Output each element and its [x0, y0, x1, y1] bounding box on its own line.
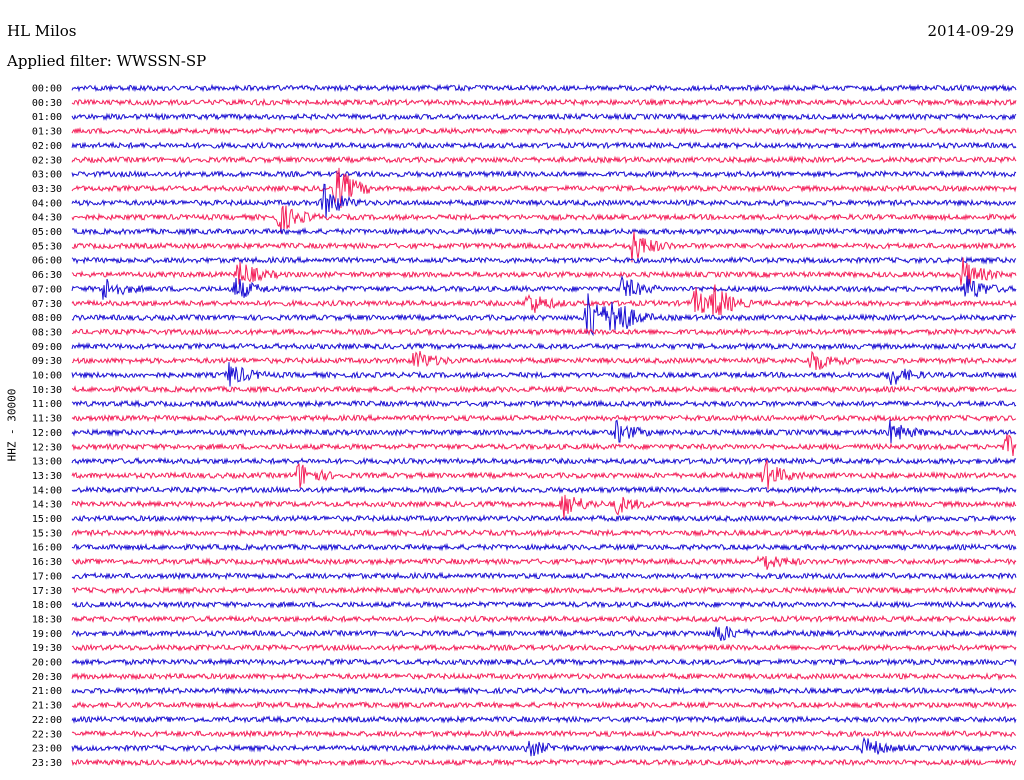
trace-row: [71, 434, 1017, 457]
trace-row: [71, 231, 1016, 263]
trace-row: [71, 657, 1017, 667]
row-time-label: 15:30: [32, 528, 62, 539]
row-time-label: 03:30: [32, 184, 62, 195]
trace-group: [71, 83, 1017, 767]
row-time-label: 13:00: [32, 457, 62, 468]
row-time-label: 02:30: [32, 155, 62, 166]
trace-row: [71, 97, 1017, 107]
trace-row: [71, 758, 1017, 767]
trace-row: [71, 700, 1017, 710]
trace-row: [71, 571, 1017, 581]
trace-row: [71, 419, 1017, 444]
trace-row: [71, 714, 1017, 724]
row-time-label: 01:30: [32, 127, 62, 138]
trace-row: [71, 341, 1017, 351]
trace-row: [71, 542, 1017, 552]
trace-row: [71, 555, 1017, 570]
row-time-label: 10:30: [32, 385, 62, 396]
row-time-label: 09:30: [32, 356, 62, 367]
row-time-label: 19:00: [32, 629, 62, 640]
row-time-label: 07:30: [32, 299, 62, 310]
trace-row: [71, 485, 1017, 495]
row-time-label: 08:30: [32, 327, 62, 338]
row-time-label: 20:30: [32, 672, 62, 683]
row-time-label: 05:30: [32, 241, 62, 252]
trace-row: [71, 514, 1017, 523]
row-time-label: 03:00: [32, 170, 62, 181]
row-time-label: 21:00: [32, 686, 62, 697]
trace-row: [71, 494, 1017, 520]
row-time-label: 19:30: [32, 643, 62, 654]
trace-row: [71, 456, 1017, 466]
row-time-label: 13:30: [32, 471, 62, 482]
row-time-label: 17:30: [32, 586, 62, 597]
row-time-label: 11:30: [32, 414, 62, 425]
trace-row: [71, 362, 1017, 387]
row-time-label: 00:30: [32, 98, 62, 109]
trace-row: [71, 600, 1017, 610]
trace-row: [71, 112, 1017, 122]
row-time-label: 00:00: [32, 84, 62, 95]
row-time-label: 16:30: [32, 557, 62, 568]
row-time-label: 09:00: [32, 342, 62, 353]
row-time-label: 06:00: [32, 256, 62, 267]
row-time-label: 20:00: [32, 658, 62, 669]
trace-row: [71, 585, 1017, 595]
row-time-label: 05:00: [32, 227, 62, 238]
helicorder-plot: 00:00 00:30 01:00 01:30 02:00 02:30 03:00 03:30…: [32, 83, 1017, 769]
row-time-label: 22:30: [32, 729, 62, 740]
trace-row: [71, 350, 1017, 371]
row-time-label: 18:30: [32, 614, 62, 625]
row-time-label: 23:00: [32, 744, 62, 755]
row-time-label: 08:00: [32, 313, 62, 324]
row-time-label: 02:00: [32, 141, 62, 152]
row-time-label: 16:00: [32, 543, 62, 554]
trace-row: [71, 169, 1017, 179]
row-time-label: 04:00: [32, 198, 62, 209]
trace-row: [71, 83, 1017, 93]
trace-row: [71, 459, 1017, 490]
trace-row: [71, 413, 1017, 423]
row-time-label: 04:30: [32, 213, 62, 224]
trace-row: [71, 614, 1016, 624]
row-time-label: 22:00: [32, 715, 62, 726]
trace-row: [71, 274, 1017, 300]
tick-label-group: 00:00 00:30 01:00 01:30 02:00 02:30 03:00 03:30…: [32, 84, 62, 769]
row-time-label: 10:00: [32, 371, 62, 382]
trace-row: [71, 155, 1017, 165]
row-time-label: 11:00: [32, 399, 62, 410]
trace-row: [71, 140, 1017, 150]
row-time-label: 17:00: [32, 571, 62, 582]
row-time-label: 15:00: [32, 514, 62, 525]
row-time-label: 14:30: [32, 500, 62, 511]
helicorder-page: { "header": { "station": "HL Milos", "fi…: [0, 0, 1024, 780]
row-time-label: 06:30: [32, 270, 62, 281]
trace-row: [71, 643, 1017, 653]
row-time-label: 21:30: [32, 701, 62, 712]
trace-row: [71, 399, 1017, 409]
trace-row: [71, 736, 1017, 757]
trace-row: [71, 384, 1017, 394]
trace-row: [71, 126, 1017, 136]
row-time-label: 01:00: [32, 112, 62, 123]
trace-row: [71, 528, 1017, 538]
trace-row: [71, 729, 1017, 739]
row-time-label: 07:00: [32, 284, 62, 295]
row-time-label: 23:30: [32, 758, 62, 769]
trace-row: [71, 227, 1017, 236]
row-time-label: 12:30: [32, 442, 62, 453]
trace-row: [71, 686, 1017, 696]
trace-row: [71, 626, 1017, 641]
trace-row: [71, 327, 1017, 337]
trace-row: [71, 255, 1017, 265]
trace-row: [71, 671, 1017, 681]
row-time-label: 18:00: [32, 600, 62, 611]
row-time-label: 14:00: [32, 485, 62, 496]
row-time-label: 12:00: [32, 428, 62, 439]
